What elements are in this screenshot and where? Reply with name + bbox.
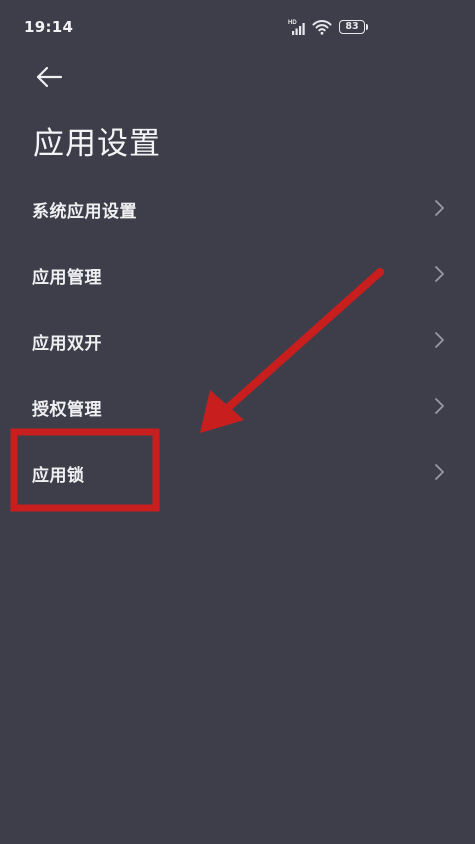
chevron-right-icon bbox=[435, 464, 444, 480]
chevron-right-icon bbox=[435, 332, 444, 348]
settings-menu: 系统应用设置 应用管理 应用双开 授权管理 应用锁 bbox=[0, 176, 475, 506]
network-type-label: HD bbox=[288, 20, 297, 26]
back-button[interactable] bbox=[30, 60, 70, 96]
menu-item-app-management[interactable]: 应用管理 bbox=[0, 242, 475, 308]
chevron-right-icon bbox=[435, 398, 444, 414]
menu-item-dual-apps[interactable]: 应用双开 bbox=[0, 308, 475, 374]
wifi-icon bbox=[312, 20, 332, 35]
app-settings-screen: 19:14 HD 83 应用设置 系统应用设置 应用管理 应用双开 授权管理 应… bbox=[0, 0, 475, 844]
signal-icon: HD bbox=[288, 20, 305, 35]
status-time: 19:14 bbox=[24, 18, 74, 36]
battery-tip bbox=[366, 24, 368, 30]
menu-item-label: 授权管理 bbox=[32, 400, 102, 420]
status-bar: 19:14 HD 83 bbox=[0, 0, 475, 56]
menu-item-label: 应用管理 bbox=[32, 268, 102, 288]
menu-item-label: 应用锁 bbox=[32, 466, 85, 486]
menu-item-system-app-settings[interactable]: 系统应用设置 bbox=[0, 176, 475, 242]
battery-icon: 83 bbox=[339, 20, 365, 34]
chevron-right-icon bbox=[435, 266, 444, 282]
menu-item-permission-management[interactable]: 授权管理 bbox=[0, 374, 475, 440]
chevron-right-icon bbox=[435, 200, 444, 216]
menu-item-label: 系统应用设置 bbox=[32, 202, 137, 222]
menu-item-app-lock[interactable]: 应用锁 bbox=[0, 440, 475, 506]
arrow-left-icon bbox=[36, 66, 63, 88]
page-title: 应用设置 bbox=[33, 126, 161, 162]
menu-item-label: 应用双开 bbox=[32, 334, 102, 354]
battery-level: 83 bbox=[345, 21, 359, 32]
